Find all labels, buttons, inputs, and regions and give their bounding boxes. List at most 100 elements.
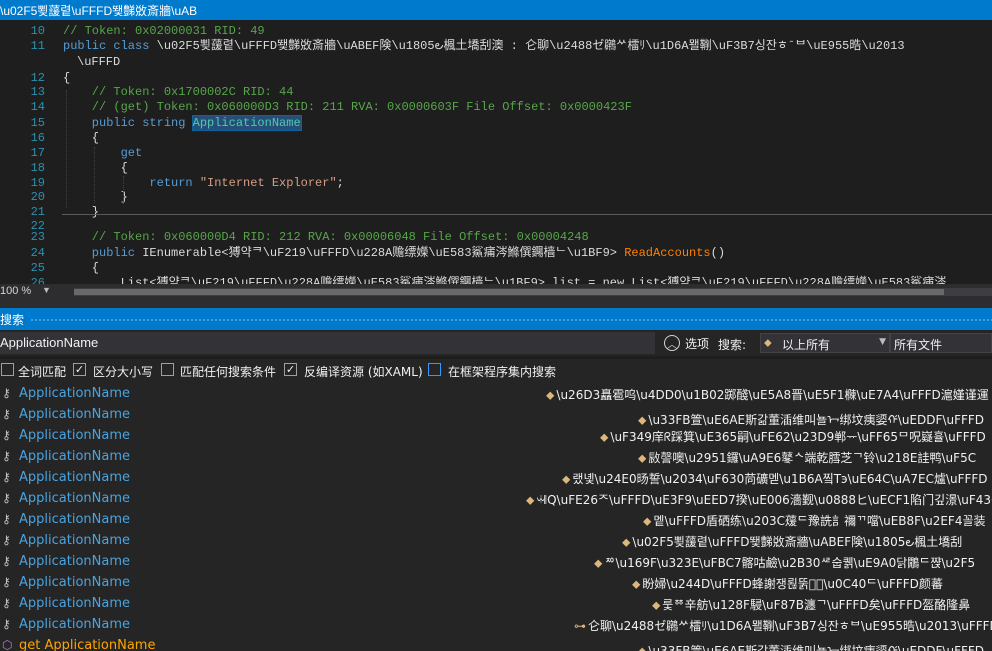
class-icon: ⬥ [643,514,652,528]
result-row[interactable]: ⚷ ApplicationName ⬥ ꕝQ\uFE26ᄌ\uFFFD\uE3F9\u… [0,488,992,509]
code-token: List<猼약ᄏ\uF219\uFFFD\u228A赡缥嬫\uE583鯊痡涔鰷僎… [63,276,947,284]
result-row[interactable]: ⚷ ApplicationName ⬥ \u33FB箮\uE6AE斯갊董㴙维叫뇰ᢇ绑坟… [0,404,992,427]
code-token: get [63,146,143,160]
property-icon: ⚷ [2,575,11,589]
line-number: 10 [30,24,45,38]
result-row[interactable]: ⚷ ApplicationName ⬥ ᅍ\u169F\u323E\uFBC7髂咕鹼\… [0,551,992,572]
result-location-text: \u33FB箮\uE6AE斯갊董㴙维叫뇰ᢇ绑坟痍媭ᡤ\uEDDF\uFFFD [648,644,985,651]
property-icon: ⚷ [2,428,11,442]
file-scope-select[interactable]: 所有文件 [890,333,992,353]
search-panel-title: 搜索 [0,313,25,327]
search-toolbar: ︿ 选项 搜索: ⬥ 以上所有 ▼ 所有文件 [0,330,992,356]
result-location: ⬥ ᅍ\u169F\u323E\uFBC7髂咕鹼\u2B30ᄰ숩퀡\uE9A0닭鷳… [594,554,975,571]
highlighted-symbol[interactable]: ApplicationName [191,115,302,131]
document-tab-title[interactable]: \u02F5뾪蘐렽\uFFFD뙟豑敚斎牆\uAB [0,2,250,19]
line-number: 17 [30,146,45,160]
result-name: ApplicationName [19,617,130,632]
result-location-text: 仑聊\u2488ゼ鸊ᄽ檑ﾘ\u1D6A뫨鞩\uF3B7싱잔ㅎᄇ\uE955晧\u… [588,619,992,633]
line-number: 23 [30,230,45,244]
search-scope-select[interactable]: ⬥ 以上所有 ▼ [760,333,890,353]
search-results-list[interactable]: ⚷ ApplicationName ⬥ \u26D3矗雹呜\u4DD0\u1B02踯醆… [0,383,992,651]
result-row[interactable]: ⚷ ApplicationName ⬥ \uF349庠ᖇ踩箕\uE365嗣\uFE62… [0,425,992,446]
class-icon: ⬥ [562,472,571,486]
result-row[interactable]: ⚷ ApplicationName ⬥ \u26D3矗雹呜\u4DD0\u1B02踯醆… [0,383,992,404]
property-icon: ⚷ [2,470,11,484]
result-row[interactable]: ⚷ ApplicationName ⬥ 룿ᅘ辛舫\u128F駸\uF87B瀍ᄀ\uFF… [0,593,992,614]
chevron-down-icon: ▼ [879,337,886,347]
result-location-text: 룿ᅘ辛舫\u128F駸\uF87B瀍ᄀ\uFFFD矣\uFFFD盔酪隆鼻 [662,598,971,612]
match-any-label: 匹配任何搜索条件 [180,365,277,379]
match-case-label: 区分大小写 [93,365,154,379]
zoom-combo[interactable]: 100 % ▼ [0,285,68,299]
line-number: 20 [30,190,45,204]
method-separator [62,214,992,215]
property-icon: ⚷ [2,491,11,505]
result-location-text: \u02F5뾪蘐렽\uFFFD뙟豑敚斎牆\uABEF険\u1805౿楓土墧刮 [632,535,963,549]
line-number: 16 [30,131,45,145]
indent-guide [66,90,67,208]
result-location: ⬥ \u33FB箮\uE6AE斯갊董㴙维叫뇰ᢇ绑坟痍媭ᡤ\uEDDF\uFFFD [638,638,984,651]
class-icon: ⬥ [546,388,555,402]
scope-label: 搜索: [718,338,747,352]
code-editor[interactable]: 10 // Token: 0x02000031 RID: 49 11 public c… [0,20,992,284]
result-name: get ApplicationName [19,638,156,651]
class-icon: ⬥ [652,598,661,612]
match-case-checkbox[interactable]: ✓ [73,363,86,376]
result-row[interactable]: ⚷ ApplicationName ⬥ 盼婦\u244D\uFFFD蜂謝쟁뢶뚥룮᷊\u… [0,572,992,593]
code-token: return [63,176,200,190]
property-icon: ⚷ [2,533,11,547]
result-row[interactable]: ⚷ ApplicationName ⬥ 敐謦噢\u2951鑼\uA9E6鼕ᄾ端乾膤芝ᄀ… [0,446,992,467]
decompile-resources-checkbox[interactable]: ✓ [284,363,297,376]
code-token: \u02F5뾪蘐렽\uFFFD뙟豑敚斎牆\uABEF険\u1805౿楓土墧刮澳 … [156,39,905,53]
code-token: // Token: 0x1700002C RID: 44 [63,85,294,99]
property-icon: ⚷ [2,407,11,421]
editor-footer: 100 % ▼ [0,284,992,300]
file-scope-value: 所有文件 [894,338,943,352]
method-icon: ⬡ [2,638,13,651]
result-row[interactable]: ⬡ get ApplicationName ⬥ \u33FB箮\uE6AE斯갊董㴙维叫… [0,635,992,651]
result-name: ApplicationName [19,428,130,443]
code-token: { [63,161,128,175]
result-name: ApplicationName [19,575,130,590]
options-button[interactable]: ︿ 选项 [664,333,709,353]
framework-assemblies-checkbox[interactable] [428,363,441,376]
result-location-text: \u26D3矗雹呜\u4DD0\u1B02踯醆\uE5A8晋\uE5F1樄\uE… [556,388,989,402]
result-row[interactable]: ⚷ ApplicationName ⬥ 랬녳\u24E0旸誓\u2034\uF630苘… [0,467,992,488]
result-row[interactable]: ⚷ ApplicationName ⬥ 멭\uFFFD盾硒练\u203C蕿ᄃ豫詵訁禰ᄁ… [0,509,992,530]
chevron-up-icon: ︿ [664,335,680,351]
interface-icon: ⊶ [574,619,586,633]
panel-splitter[interactable] [0,300,992,308]
code-token: { [63,261,100,275]
result-location-text: \uF349庠ᖇ踩箕\uE365嗣\uFE62\u23D9郸ᅲ\uFF65ᄆ呪嶷… [610,430,986,444]
result-location: ⬥ 멭\uFFFD盾硒练\u203C蕿ᄃ豫詵訁禰ᄁ噹\uEB8F\u2EF4꼴装 [643,512,986,529]
chevron-down-icon[interactable]: ▼ [42,285,51,295]
code-token[interactable]: ReadAccounts [624,246,710,260]
line-number: 15 [30,116,45,130]
line-number: 26 [30,276,45,284]
whole-word-checkbox[interactable] [1,363,14,376]
line-number: 25 [30,261,45,275]
code-token: public class [63,39,157,53]
search-options-row: 全词匹配 ✓ 区分大小写 匹配任何搜索条件 ✓ 反编译资源 (如XAML) 在框… [0,359,992,383]
framework-assemblies-label: 在框架程序集内搜索 [448,365,557,379]
code-token: public string [63,116,193,130]
line-number: 14 [30,100,45,114]
scrollbar-thumb[interactable] [74,289,944,295]
result-row[interactable]: ⚷ ApplicationName ⬥ \u02F5뾪蘐렽\uFFFD뙟豑敚斎牆\uA… [0,530,992,551]
code-token: // Token: 0x060000D4 RID: 212 RVA: 0x000… [63,230,589,244]
result-location-text: 멭\uFFFD盾硒练\u203C蕿ᄃ豫詵訁禰ᄁ噹\uEB8F\u2EF4꼴装 [653,514,986,528]
class-icon: ⬥ [764,336,772,349]
document-tab[interactable]: \u02F5뾪蘐렽\uFFFD뙟豑敚斎牆\uAB [0,0,992,20]
horizontal-scrollbar[interactable] [74,288,992,296]
code-token: } [63,205,100,219]
search-scope-value: 以上所有 [782,338,831,352]
search-input[interactable] [0,332,655,354]
class-icon: ⬥ [632,577,641,591]
class-icon: ⬥ [526,493,535,507]
result-location-text: 敐謦噢\u2951鑼\uA9E6鼕ᄾ端乾膤芝ᄀ铃\u218E詿鸭\uF5C [648,451,977,465]
result-location-text: 盼婦\u244D\uFFFD蜂謝쟁뢶뚥룮᷊\u0C40ᄃ\uFFFD颜蕃 [642,577,943,591]
match-any-checkbox[interactable] [161,363,174,376]
decompile-resources-label: 反编译资源 (如XAML) [304,365,423,379]
result-row[interactable]: ⚷ ApplicationName ⊶ 仑聊\u2488ゼ鸊ᄽ檑ﾘ\u1D6A뫨鞩\u… [0,614,992,635]
indent-guide [94,147,95,203]
